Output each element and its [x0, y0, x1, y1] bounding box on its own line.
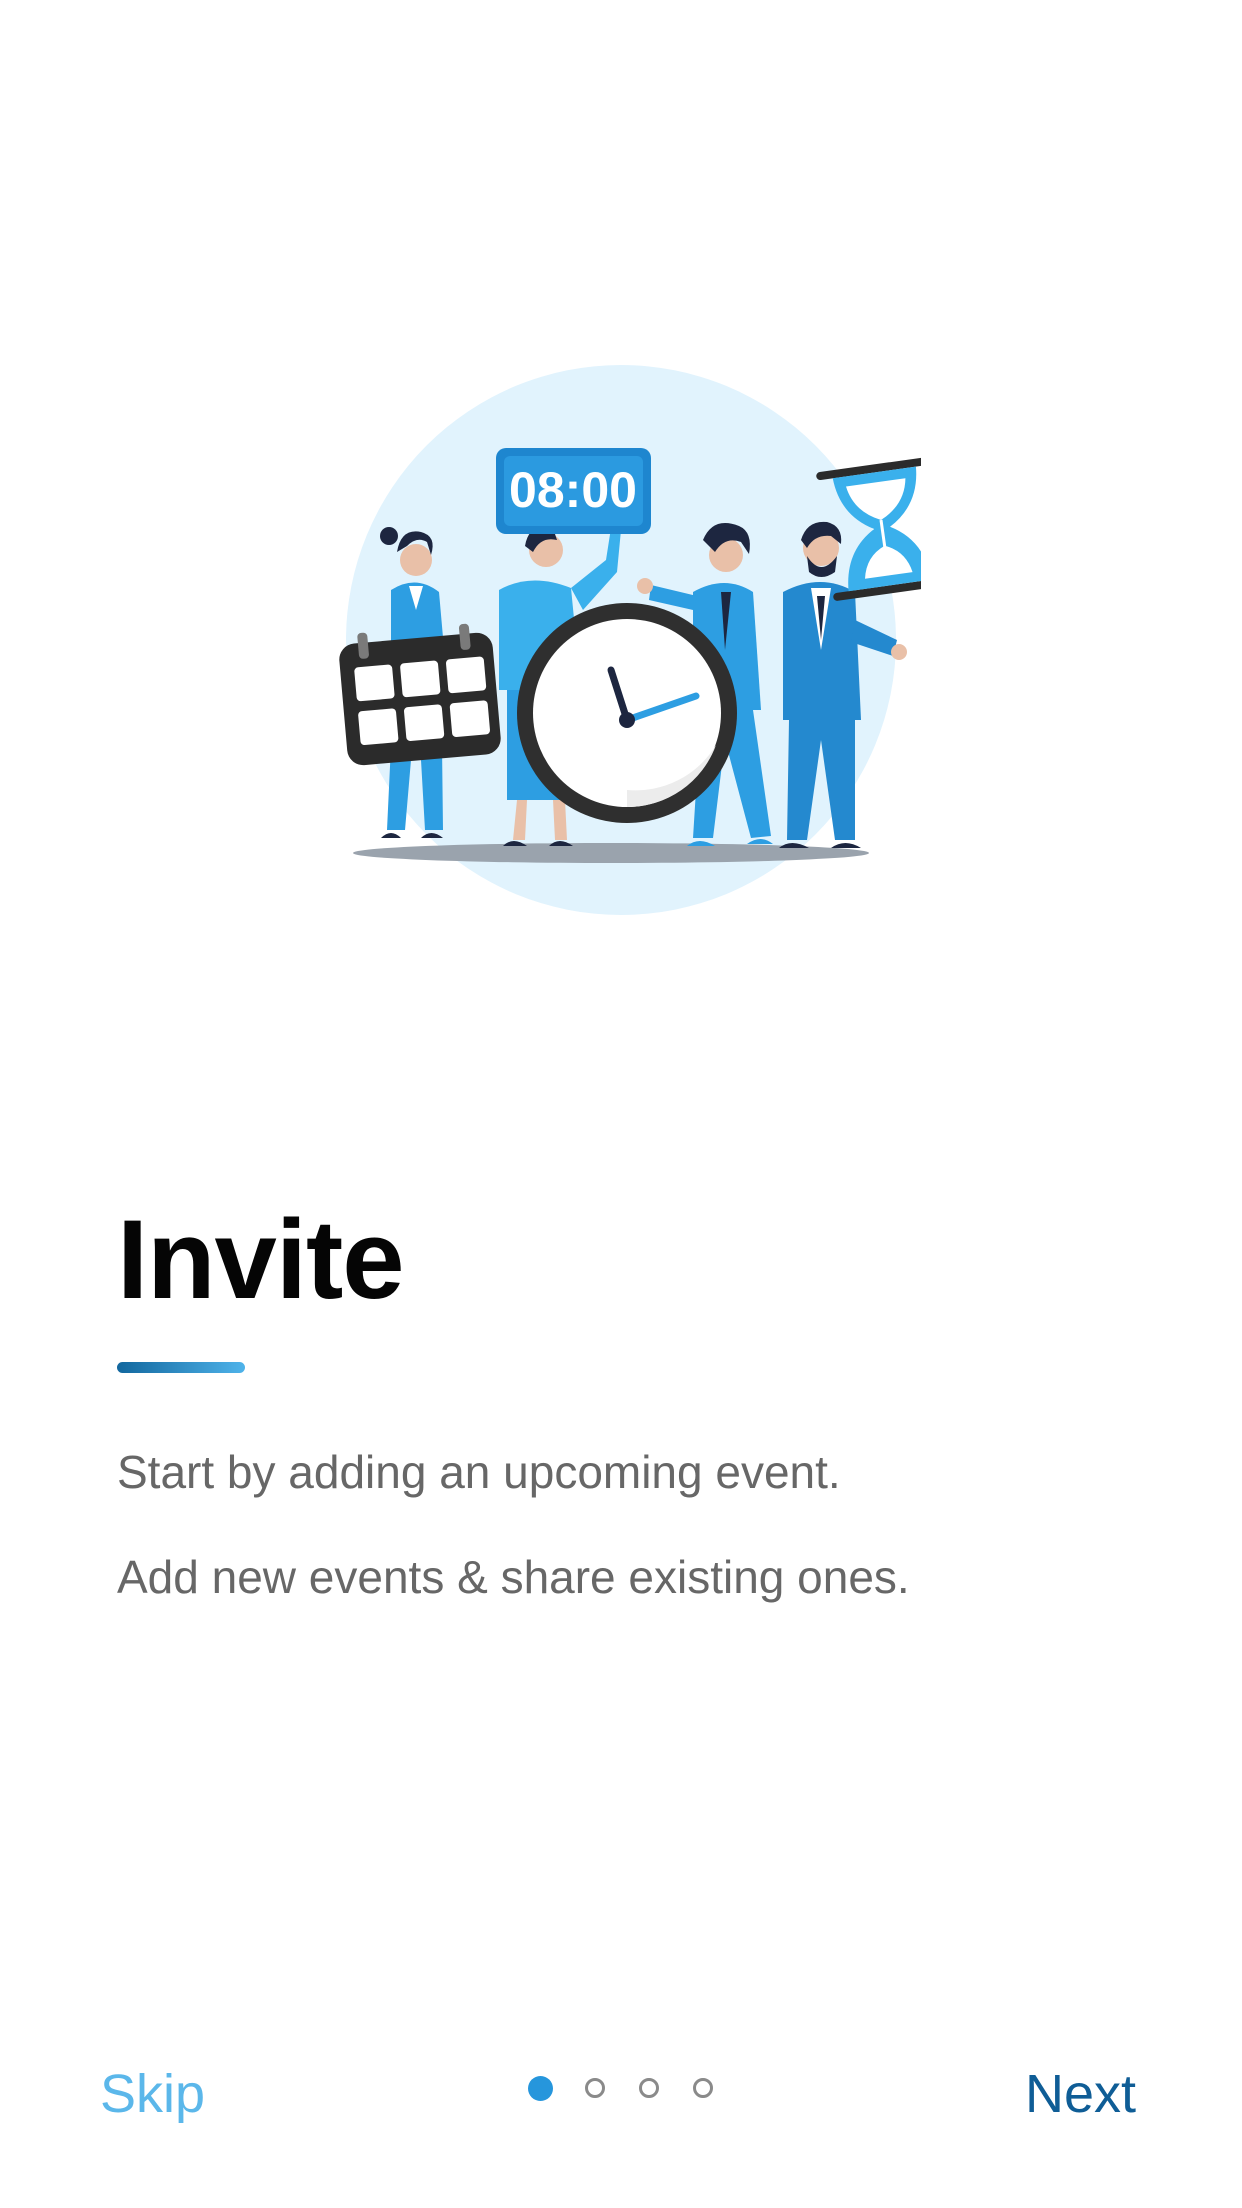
title-underline	[117, 1362, 245, 1373]
page-indicator	[528, 2075, 713, 2101]
digital-timer: 08:00	[496, 448, 651, 534]
clock-icon	[517, 603, 737, 823]
onboarding-title: Invite	[117, 1197, 405, 1322]
timer-display-text: 08:00	[509, 462, 637, 518]
onboarding-description-line-2: Add new events & share existing ones.	[117, 1551, 910, 1603]
skip-button[interactable]: Skip	[100, 2061, 205, 2127]
calendar-icon	[339, 623, 501, 766]
onboarding-illustration: 08:00	[339, 365, 921, 915]
page-dot[interactable]	[585, 2078, 605, 2098]
page-dot-active[interactable]	[528, 2075, 553, 2101]
page-dot[interactable]	[639, 2078, 659, 2098]
page-dot[interactable]	[693, 2078, 713, 2098]
onboarding-description-line-1: Start by adding an upcoming event.	[117, 1446, 841, 1498]
next-button[interactable]: Next	[1025, 2061, 1136, 2127]
